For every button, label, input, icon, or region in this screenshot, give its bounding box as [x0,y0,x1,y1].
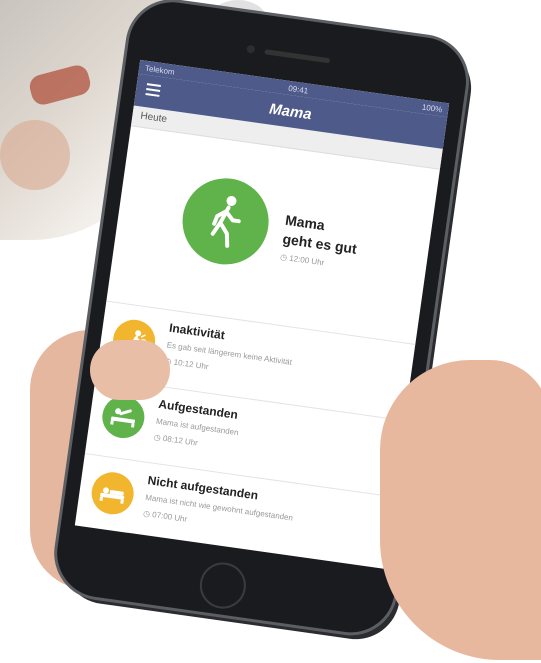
bed-icon [88,469,137,518]
left-thumb [90,340,170,400]
status-time: 12:00 Uhr [288,253,325,268]
walking-person-icon [177,172,275,270]
background-hand [0,120,70,190]
battery-label: 100% [421,102,443,114]
hamburger-menu-icon[interactable] [145,83,161,97]
status-headline: Mama geht es gut [281,211,360,259]
event-title: Inaktivität [168,320,226,343]
bed-rising-icon [99,393,148,441]
home-button[interactable] [196,559,249,612]
event-time: ◷ 07:00 Uhr [142,508,188,524]
event-time: ◷ 08:12 Uhr [153,432,199,448]
earpiece-speaker [264,49,331,64]
page-title: Mama [268,99,313,123]
front-camera [246,44,256,54]
event-time: ◷ 10:12 Uhr [163,356,210,372]
status-timestamp: ◷ 12:00 Uhr [279,252,325,268]
clock-label: 09:41 [287,83,309,96]
